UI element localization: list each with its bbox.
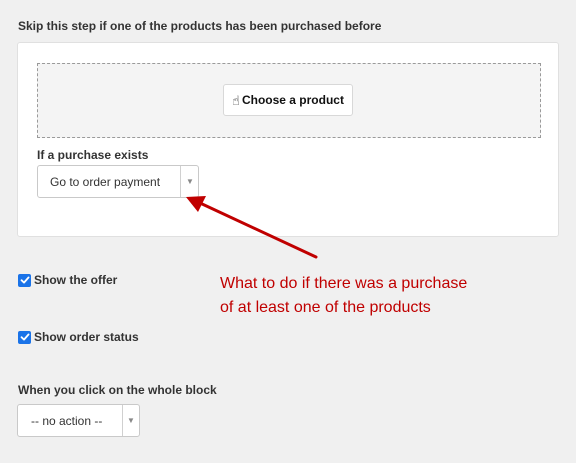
click-action-select[interactable]: -- no action -- ▼ — [17, 404, 140, 437]
chevron-down-icon[interactable]: ▼ — [123, 405, 139, 436]
click-action-value: -- no action -- — [31, 413, 103, 428]
click-block-label: When you click on the whole block — [18, 383, 217, 397]
